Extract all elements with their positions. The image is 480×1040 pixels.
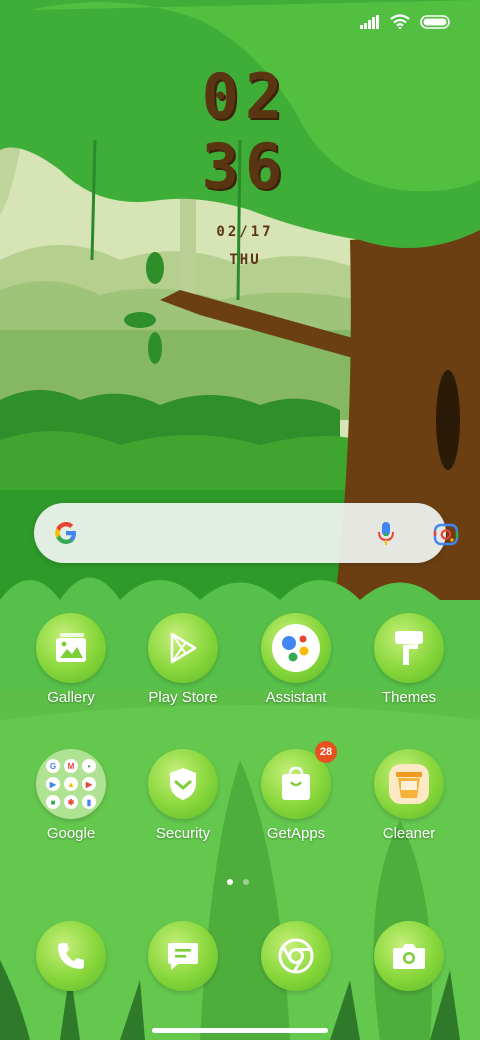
- messages-icon: [148, 921, 218, 991]
- app-label: Gallery: [47, 689, 95, 706]
- youtube-icon: ▶: [82, 777, 96, 791]
- page-dot-2[interactable]: [243, 879, 249, 885]
- security-shield-icon: [148, 749, 218, 819]
- app-play-store[interactable]: Play Store: [128, 613, 238, 706]
- google-g-icon: [55, 522, 76, 544]
- wifi-icon: [390, 14, 410, 29]
- cleaner-icon: [374, 749, 444, 819]
- camera-icon: [374, 921, 444, 991]
- google-app-icon: G: [46, 759, 60, 773]
- app-label: Cleaner: [382, 825, 436, 842]
- files-icon: ▮: [82, 795, 96, 809]
- app-themes[interactable]: Themes: [354, 613, 464, 706]
- app-getapps[interactable]: 28 GetApps: [241, 741, 351, 842]
- battery-icon: [420, 14, 450, 29]
- notification-badge: 28: [315, 741, 337, 763]
- app-label: Themes: [381, 689, 437, 706]
- app-label: Google: [46, 825, 96, 842]
- signal-icon: [360, 14, 379, 29]
- getapps-bag-icon: 28: [261, 741, 337, 819]
- meet-icon: ■: [46, 795, 60, 809]
- dock-camera[interactable]: [354, 921, 464, 991]
- drive-icon: ▲: [64, 777, 78, 791]
- app-label: GetApps: [266, 825, 326, 842]
- clock-minute: 36: [201, 130, 289, 203]
- gesture-navigation-handle[interactable]: [152, 1028, 328, 1033]
- microphone-icon[interactable]: [377, 521, 395, 547]
- google-folder-icon: G M • ▶ ▲ ▶ ■ ✱ ▮: [36, 749, 106, 819]
- clock-widget[interactable]: 02 36 02/17 THU: [195, 60, 295, 269]
- app-label: Play Store: [148, 689, 218, 706]
- maps-icon: •: [82, 759, 96, 773]
- google-search-bar[interactable]: [34, 503, 459, 563]
- app-label: Security: [155, 825, 211, 842]
- gallery-icon: [36, 613, 106, 683]
- status-bar: [360, 14, 450, 29]
- app-assistant[interactable]: Assistant: [241, 613, 351, 706]
- photos-icon: ✱: [64, 795, 78, 809]
- duo-icon: ▶: [46, 777, 60, 791]
- clock-day: THU: [229, 252, 261, 268]
- clock-date: 02/17: [216, 224, 274, 240]
- play-store-icon: [148, 613, 218, 683]
- page-dot-1[interactable]: [227, 879, 233, 885]
- page-indicator: [227, 879, 249, 885]
- clock-hour: 02: [201, 60, 289, 133]
- dock-phone[interactable]: [16, 921, 126, 991]
- app-gallery[interactable]: Gallery: [16, 613, 126, 706]
- app-google-folder[interactable]: G M • ▶ ▲ ▶ ■ ✱ ▮ Google: [16, 749, 126, 842]
- chrome-icon: [261, 921, 331, 991]
- app-security[interactable]: Security: [128, 749, 238, 842]
- app-label: Assistant: [265, 689, 327, 706]
- app-cleaner[interactable]: Cleaner: [354, 749, 464, 842]
- gmail-icon: M: [64, 759, 78, 773]
- dock-messages[interactable]: [128, 921, 238, 991]
- themes-icon: [374, 613, 444, 683]
- assistant-icon: [261, 613, 331, 683]
- dock-chrome[interactable]: [241, 921, 351, 991]
- phone-icon: [36, 921, 106, 991]
- google-lens-icon[interactable]: [433, 522, 459, 546]
